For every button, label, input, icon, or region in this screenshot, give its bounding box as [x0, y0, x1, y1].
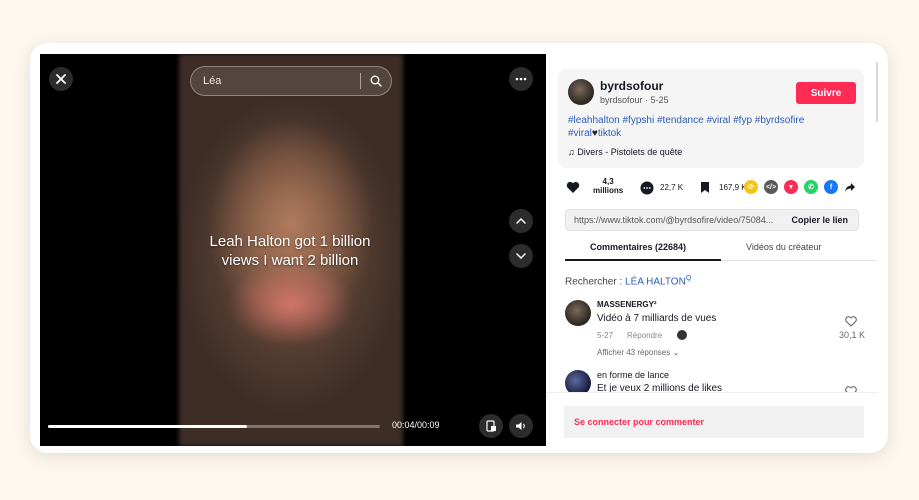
comment-username[interactable]: MASSENERGY²	[597, 300, 657, 309]
caption-line-2: views I want 2 billion	[221, 252, 359, 269]
video-time: 00:04/00:09	[392, 420, 440, 430]
close-icon	[56, 74, 66, 84]
login-to-comment-button[interactable]: Se connecter pour commenter	[564, 406, 864, 438]
share-icon[interactable]	[844, 182, 856, 193]
music-note-icon: ♫	[568, 147, 575, 157]
hashtag-tiktok[interactable]: tiktok	[598, 128, 621, 139]
tab-comments[interactable]: Commentaires (22684)	[590, 242, 686, 252]
music-title: Divers - Pistolets de quête	[577, 147, 683, 157]
repost-icon[interactable]: ⟳	[744, 180, 758, 194]
chevron-down-icon	[516, 253, 526, 259]
more-icon	[515, 77, 527, 81]
copy-link-button[interactable]: Copier le lien	[791, 215, 848, 225]
reply-button[interactable]: Répondre	[627, 331, 662, 340]
search-icon	[370, 75, 382, 87]
progress-fill	[48, 425, 248, 428]
author-avatar[interactable]	[568, 79, 594, 105]
comment-icon[interactable]	[640, 181, 654, 195]
hashtag-line-1[interactable]: #leahhalton #fypshi #tendance #viral #fy…	[568, 114, 858, 127]
related-search[interactable]: Rechercher : LÉA HALTONQ	[565, 275, 691, 287]
video-caption: Leah Halton got 1 billion views I want 2…	[190, 232, 390, 270]
comment-like-count: 30,1 K	[838, 330, 865, 340]
embed-icon[interactable]: </>	[764, 180, 778, 194]
follow-button[interactable]: Suivre	[796, 82, 856, 104]
author-card: byrdsofour byrdsofour · 5-25 Suivre #lea…	[558, 69, 864, 168]
bookmark-icon[interactable]	[699, 181, 711, 194]
view-replies-button[interactable]: Afficher 43 réponses ⌄	[597, 348, 679, 357]
send-icon[interactable]: ▼	[784, 180, 798, 194]
caption-line-1: Leah Halton got 1 billion	[209, 233, 371, 250]
tab-creator-videos[interactable]: Vidéos du créateur	[746, 242, 821, 252]
hashtags: #leahhalton #fypshi #tendance #viral #fy…	[568, 114, 858, 140]
panel-scrollbar[interactable]	[876, 62, 878, 122]
video-link-box[interactable]: https://www.tiktok.com/@byrdsofire/video…	[565, 209, 859, 231]
tab-bar: Commentaires (22684) Vidéos du créateur	[565, 238, 878, 261]
more-options-button[interactable]	[509, 67, 533, 91]
creator-liked-avatar	[677, 330, 687, 340]
search-button[interactable]	[361, 75, 391, 87]
related-search-term[interactable]: LÉA HALTON	[625, 276, 686, 287]
hashtag-line-2: #viral♥tiktok	[568, 127, 858, 140]
related-search-prefix: Rechercher :	[565, 276, 626, 288]
details-panel: byrdsofour byrdsofour · 5-25 Suivre #lea…	[546, 54, 878, 446]
like-count-line-1: 4,3	[602, 177, 614, 186]
action-row: 4,3 millions 22,7 K 167,9 K ⟳ </> ▼ ✆ f	[566, 177, 866, 199]
comment-avatar[interactable]	[565, 300, 591, 326]
chevron-up-icon	[516, 218, 526, 224]
comment-count: 22,7 K	[660, 183, 684, 192]
comment-heart-icon[interactable]	[845, 316, 857, 327]
hashtag-viral[interactable]: #viral	[568, 128, 592, 139]
login-label: Se connecter pour commenter	[574, 417, 705, 427]
volume-button[interactable]	[509, 414, 533, 438]
comment-text: Vidéo à 7 milliards de vues	[597, 313, 717, 324]
close-button[interactable]	[49, 67, 73, 91]
whatsapp-icon[interactable]: ✆	[804, 180, 818, 194]
search-suffix: Q	[685, 275, 692, 282]
chevron-down-icon: ⌄	[672, 348, 680, 357]
comment-date: 5-27	[597, 331, 614, 340]
comment-item: MASSENERGY² Vidéo à 7 milliards de vues …	[565, 300, 865, 360]
music-info[interactable]: ♫ Divers - Pistolets de quête	[568, 147, 682, 157]
author-handle-date: byrdsofour · 5-25	[600, 95, 669, 105]
active-tab-indicator	[565, 259, 721, 261]
pip-icon	[485, 420, 496, 432]
save-count: 167,9 K	[719, 183, 747, 192]
like-count-line-2: millions	[593, 186, 624, 195]
heart-icon[interactable]	[566, 181, 580, 194]
video-player[interactable]: Léa Leah Halton got 1 billion views I wa…	[40, 54, 546, 446]
picture-in-picture-button[interactable]	[479, 414, 503, 438]
video-search-input[interactable]: Léa	[191, 75, 360, 87]
author-name[interactable]: byrdsofour	[600, 79, 663, 93]
like-count: 4,3 millions	[593, 177, 623, 195]
progress-bar[interactable]	[48, 425, 380, 428]
volume-icon	[516, 422, 525, 430]
view-replies-label: Afficher 43 réponses	[597, 348, 671, 357]
previous-video-button[interactable]	[509, 209, 533, 233]
video-search-box[interactable]: Léa	[190, 66, 392, 96]
comment-username[interactable]: en forme de lance	[597, 370, 669, 380]
facebook-icon[interactable]: f	[824, 180, 838, 194]
video-url[interactable]: https://www.tiktok.com/@byrdsofire/video…	[574, 215, 784, 225]
next-video-button[interactable]	[509, 244, 533, 268]
